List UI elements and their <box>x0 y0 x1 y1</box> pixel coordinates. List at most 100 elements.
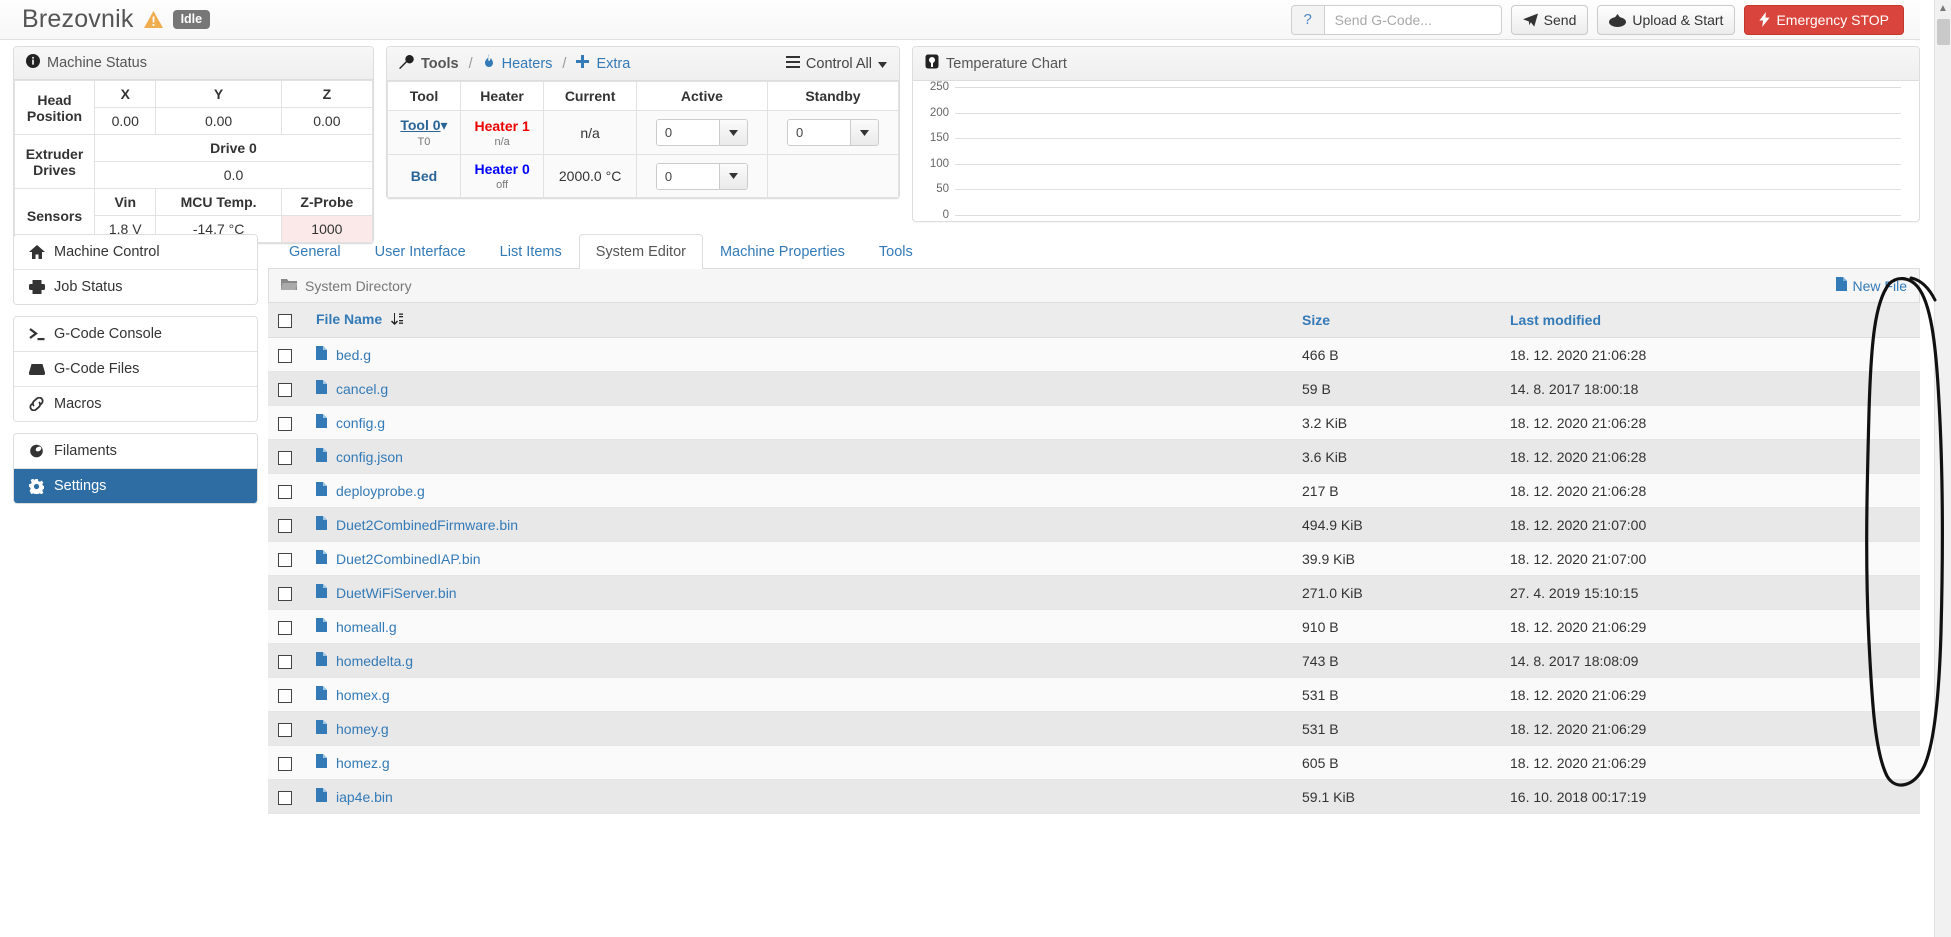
table-row[interactable]: config.json 3.6 KiB 18. 12. 2020 21:06:28 <box>268 439 1920 474</box>
row-checkbox[interactable] <box>278 450 292 465</box>
file-name-link[interactable]: config.g <box>336 415 385 431</box>
page-scrollbar[interactable]: ▲ <box>1934 0 1951 937</box>
tools-tab-label[interactable]: Tools <box>421 56 459 72</box>
gcode-input[interactable] <box>1323 4 1502 35</box>
sort-alpha-down-icon[interactable] <box>391 313 404 329</box>
file-name-link[interactable]: homey.g <box>336 721 389 737</box>
file-name-link[interactable]: bed.g <box>336 347 371 363</box>
upload-start-button[interactable]: Upload & Start <box>1597 4 1736 35</box>
table-row[interactable]: homedelta.g 743 B 14. 8. 2017 18:08:09 <box>268 643 1920 678</box>
standby-temp-cell-bed <box>766 154 900 198</box>
row-select-cell <box>268 677 306 712</box>
row-checkbox[interactable] <box>278 586 292 601</box>
tool-0-link[interactable]: Tool 0 <box>400 117 440 133</box>
heater-1-link[interactable]: Heater 1 <box>474 118 529 134</box>
column-size[interactable]: Size <box>1292 303 1500 338</box>
send-button[interactable]: Send <box>1510 4 1589 35</box>
row-checkbox[interactable] <box>278 756 292 771</box>
row-checkbox[interactable] <box>278 416 292 431</box>
heater-0-link[interactable]: Heater 0 <box>474 161 529 177</box>
file-icon <box>316 346 327 363</box>
file-last-modified: 18. 12. 2020 21:06:29 <box>1500 677 1920 712</box>
upload-cloud-icon <box>1609 13 1627 27</box>
sidebar-item-macros[interactable]: Macros <box>14 387 257 421</box>
file-name-link[interactable]: iap4e.bin <box>336 789 393 805</box>
emergency-stop-button[interactable]: Emergency STOP <box>1744 4 1904 35</box>
active-temp-dropdown-bed[interactable] <box>718 163 747 189</box>
chevron-up-icon[interactable]: ▲ <box>1935 0 1951 17</box>
file-name-link[interactable]: Duet2CombinedIAP.bin <box>336 551 481 567</box>
sidebar-item-g-code-console[interactable]: G-Code Console <box>14 317 257 352</box>
file-name-link[interactable]: cancel.g <box>336 381 388 397</box>
link-icon <box>28 397 45 411</box>
file-last-modified: 18. 12. 2020 21:06:28 <box>1500 439 1920 474</box>
scrollbar-thumb[interactable] <box>1937 19 1950 45</box>
row-checkbox[interactable] <box>278 722 292 737</box>
row-checkbox[interactable] <box>278 688 292 703</box>
table-row[interactable]: Duet2CombinedFirmware.bin 494.9 KiB 18. 12… <box>268 507 1920 542</box>
tab-general[interactable]: General <box>272 234 358 269</box>
column-file-name[interactable]: File Name <box>306 303 1292 338</box>
table-row[interactable]: homex.g 531 B 18. 12. 2020 21:06:29 <box>268 677 1920 712</box>
table-row[interactable]: iap4e.bin 59.1 KiB 16. 10. 2018 00:17:19 <box>268 779 1920 814</box>
tab-list-items[interactable]: List Items <box>483 234 579 269</box>
tab-machine-properties[interactable]: Machine Properties <box>703 234 862 269</box>
table-row[interactable]: cancel.g 59 B 14. 8. 2017 18:00:18 <box>268 371 1920 406</box>
table-row[interactable]: deployprobe.g 217 B 18. 12. 2020 21:06:28 <box>268 473 1920 508</box>
table-row[interactable]: Duet2CombinedIAP.bin 39.9 KiB 18. 12. 2020… <box>268 541 1920 576</box>
active-temp-spinner-tool0[interactable] <box>655 119 748 146</box>
row-checkbox[interactable] <box>278 790 292 805</box>
row-checkbox[interactable] <box>278 620 292 635</box>
file-name-link[interactable]: config.json <box>336 449 403 465</box>
table-row[interactable]: bed.g 466 B 18. 12. 2020 21:06:28 <box>268 337 1920 372</box>
table-row[interactable]: config.g 3.2 KiB 18. 12. 2020 21:06:28 <box>268 405 1920 440</box>
heaters-link[interactable]: Heaters <box>502 56 553 72</box>
table-row[interactable]: homey.g 531 B 18. 12. 2020 21:06:29 <box>268 711 1920 746</box>
active-temp-input-bed[interactable] <box>656 163 719 189</box>
standby-temp-spinner-tool0[interactable] <box>786 119 879 146</box>
file-last-modified: 14. 8. 2017 18:00:18 <box>1500 371 1920 406</box>
tab-system-editor[interactable]: System Editor <box>578 234 703 269</box>
extra-link[interactable]: Extra <box>596 56 630 72</box>
sidebar-item-machine-control[interactable]: Machine Control <box>14 235 257 270</box>
standby-temp-dropdown-tool0[interactable] <box>849 120 878 145</box>
row-checkbox[interactable] <box>278 518 292 533</box>
file-name-link[interactable]: deployprobe.g <box>336 483 425 499</box>
help-button[interactable]: ? <box>1290 4 1324 35</box>
row-select-cell <box>268 575 306 610</box>
sidebar-item-g-code-files[interactable]: G-Code Files <box>14 352 257 387</box>
column-last-modified[interactable]: Last modified <box>1500 303 1920 338</box>
bed-link[interactable]: Bed <box>411 168 437 184</box>
row-checkbox[interactable] <box>278 552 292 567</box>
row-checkbox[interactable] <box>278 382 292 397</box>
file-name-link[interactable]: homex.g <box>336 687 390 703</box>
standby-temp-input-tool0[interactable] <box>787 120 850 145</box>
sidebar-item-settings[interactable]: Settings <box>14 469 257 503</box>
select-all-checkbox[interactable] <box>278 314 292 329</box>
file-size: 3.6 KiB <box>1292 439 1500 474</box>
row-checkbox[interactable] <box>278 484 292 499</box>
tab-user-interface[interactable]: User Interface <box>358 234 483 269</box>
file-name-link[interactable]: homedelta.g <box>336 653 413 669</box>
file-name-link[interactable]: DuetWiFiServer.bin <box>336 585 457 601</box>
sidebar-item-job-status[interactable]: Job Status <box>14 270 257 304</box>
sidebar-item-filaments[interactable]: Filaments <box>14 434 257 469</box>
active-temp-spinner-bed[interactable] <box>655 162 748 190</box>
file-name-link[interactable]: homez.g <box>336 755 390 771</box>
file-name-link[interactable]: Duet2CombinedFirmware.bin <box>336 517 518 533</box>
row-checkbox[interactable] <box>278 348 292 363</box>
row-select-cell <box>268 541 306 576</box>
column-heater: Heater <box>459 81 545 111</box>
file-name-link[interactable]: homeall.g <box>336 619 397 635</box>
control-all-dropdown[interactable]: Control All <box>785 55 887 72</box>
table-row[interactable]: DuetWiFiServer.bin 271.0 KiB 27. 4. 2019 1… <box>268 575 1920 610</box>
tool-caret-icon[interactable]: ▾ <box>441 117 448 133</box>
table-row[interactable]: homeall.g 910 B 18. 12. 2020 21:06:29 <box>268 609 1920 644</box>
row-checkbox[interactable] <box>278 654 292 669</box>
sensor-header-vin: Vin <box>93 188 157 216</box>
active-temp-dropdown-tool0[interactable] <box>718 120 747 145</box>
new-file-button[interactable]: New File <box>1835 277 1907 294</box>
tab-tools[interactable]: Tools <box>862 234 930 269</box>
table-row[interactable]: homez.g 605 B 18. 12. 2020 21:06:29 <box>268 745 1920 780</box>
active-temp-input-tool0[interactable] <box>656 120 719 145</box>
